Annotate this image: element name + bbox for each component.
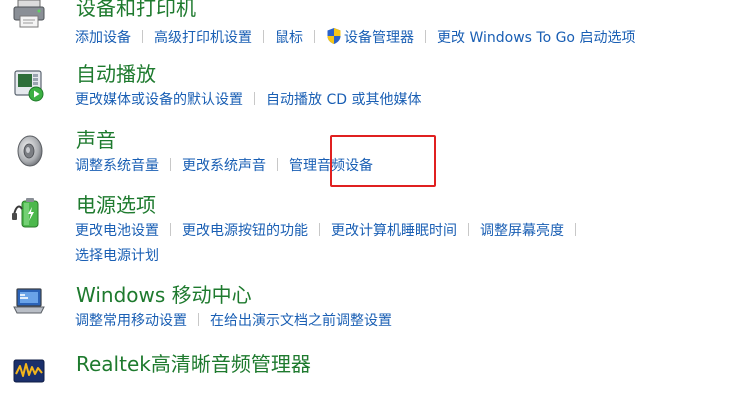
shield-icon	[326, 27, 342, 45]
link-change-media-default-settings[interactable]: 更改媒体或设备的默认设置	[75, 92, 243, 108]
printer-icon[interactable]	[12, 0, 46, 30]
power-links: 更改电池设置 更改电源按钮的功能 更改计算机睡眠时间 调整屏幕亮度	[75, 222, 587, 240]
link-separator	[314, 30, 315, 43]
link-change-power-button-function[interactable]: 更改电源按钮的功能	[182, 223, 308, 239]
link-adjust-system-volume[interactable]: 调整系统音量	[75, 158, 159, 174]
link-separator	[170, 223, 171, 236]
laptop-icon[interactable]	[12, 285, 46, 319]
link-change-battery-settings[interactable]: 更改电池设置	[75, 223, 159, 239]
speaker-icon[interactable]	[12, 134, 46, 168]
section-title-devices-printers[interactable]: 设备和打印机	[76, 0, 196, 20]
link-separator	[170, 158, 171, 171]
link-separator	[254, 92, 255, 105]
control-panel-hardware-sound: 设备和打印机 添加设备 高级打印机设置 鼠标 设备管理器 更改 Windows To G…	[0, 0, 750, 400]
link-separator	[425, 30, 426, 43]
realtek-audio-icon[interactable]	[12, 354, 46, 388]
link-change-system-sounds[interactable]: 更改系统声音	[182, 158, 266, 174]
sound-links: 调整系统音量 更改系统声音 管理音频设备	[75, 157, 373, 175]
link-advanced-printer-settings[interactable]: 高级打印机设置	[154, 30, 252, 46]
power-links-row2: 选择电源计划	[75, 247, 159, 265]
link-adjust-common-mobility-settings[interactable]: 调整常用移动设置	[75, 313, 187, 329]
mobility-links: 调整常用移动设置 在给出演示文档之前调整设置	[75, 312, 392, 330]
autoplay-links: 更改媒体或设备的默认设置 自动播放 CD 或其他媒体	[75, 91, 421, 109]
link-separator	[263, 30, 264, 43]
link-separator	[575, 223, 576, 236]
link-mouse[interactable]: 鼠标	[275, 30, 303, 46]
link-change-windows-to-go-startup[interactable]: 更改 Windows To Go 启动选项	[437, 30, 635, 46]
battery-icon[interactable]	[12, 195, 46, 229]
link-autoplay-cd-other-media[interactable]: 自动播放 CD 或其他媒体	[266, 92, 421, 108]
link-adjust-screen-brightness[interactable]: 调整屏幕亮度	[480, 223, 564, 239]
link-separator	[468, 223, 469, 236]
section-title-power-options[interactable]: 电源选项	[76, 193, 156, 217]
link-separator	[277, 158, 278, 171]
section-title-sound[interactable]: 声音	[76, 128, 116, 152]
autoplay-icon[interactable]	[12, 68, 46, 102]
section-title-autoplay[interactable]: 自动播放	[76, 62, 156, 86]
link-change-sleep-time[interactable]: 更改计算机睡眠时间	[331, 223, 457, 239]
section-title-mobility-center[interactable]: Windows 移动中心	[76, 283, 252, 307]
link-choose-power-plan[interactable]: 选择电源计划	[75, 248, 159, 264]
section-title-realtek[interactable]: Realtek高清晰音频管理器	[76, 352, 311, 376]
link-adjust-before-presentation[interactable]: 在给出演示文档之前调整设置	[210, 313, 392, 329]
link-separator	[319, 223, 320, 236]
link-separator	[198, 313, 199, 326]
link-add-device[interactable]: 添加设备	[75, 30, 131, 46]
highlight-box-manage-audio-devices	[330, 135, 436, 187]
devices-printers-links: 添加设备 高级打印机设置 鼠标 设备管理器 更改 Windows To Go 启动选项	[75, 27, 635, 47]
link-separator	[142, 30, 143, 43]
link-device-manager[interactable]: 设备管理器	[344, 30, 414, 46]
